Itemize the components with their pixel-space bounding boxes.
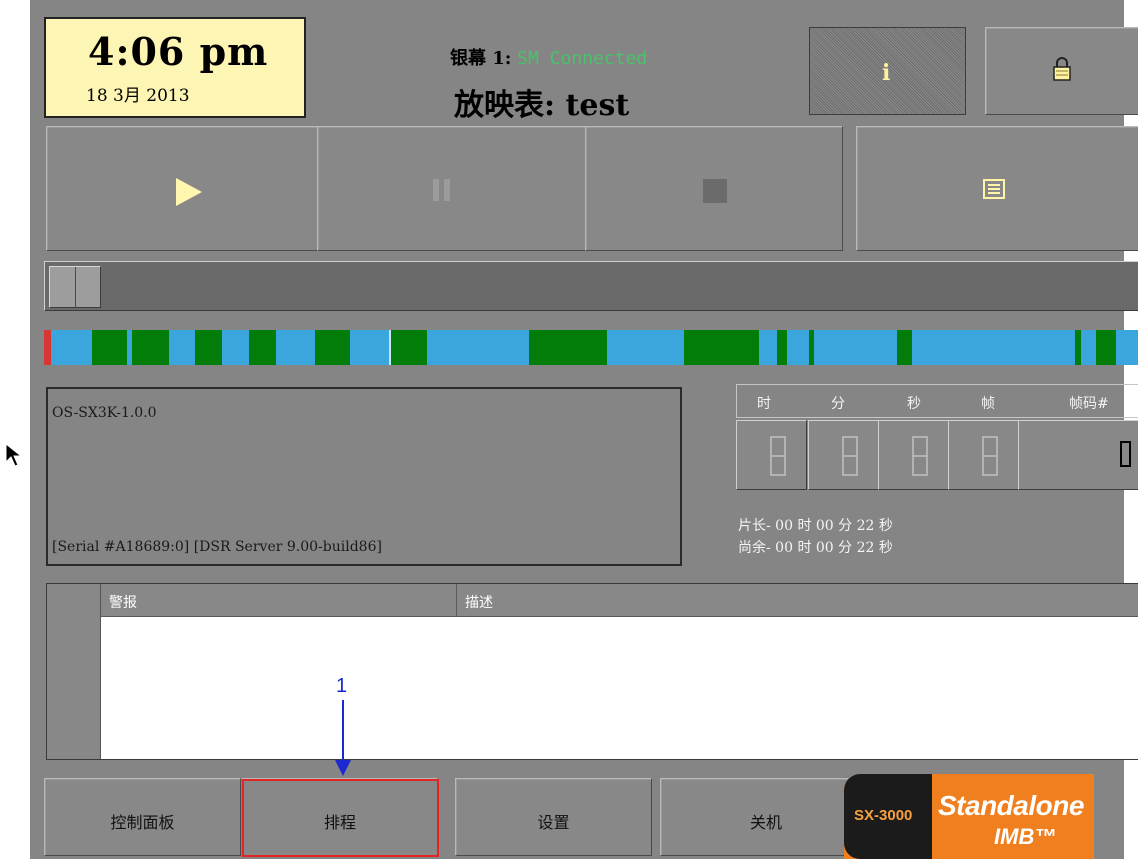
alarm-column[interactable]: 警报 xyxy=(101,584,457,617)
screen-status: SM Connected xyxy=(517,48,648,69)
settings-button[interactable]: 设置 xyxy=(455,778,652,856)
control-panel-button[interactable]: 控制面板 xyxy=(44,778,241,856)
duration-info: 片长- 00 时 00 分 22 秒 尚余- 00 时 00 分 22 秒 xyxy=(738,515,893,559)
alarm-table-header: 警报 描述 xyxy=(101,584,1138,617)
playlist-title: 放映表: test xyxy=(454,80,629,124)
clock-time: 4:06 pm xyxy=(88,29,269,74)
hour-digit xyxy=(736,420,807,490)
second-digit xyxy=(878,420,949,490)
shutdown-label: 关机 xyxy=(749,813,782,832)
logo-model: SX-3000 xyxy=(854,807,913,824)
lock-button[interactable] xyxy=(985,27,1138,115)
stop-icon xyxy=(703,179,727,203)
settings-label: 设置 xyxy=(537,813,570,832)
play-icon xyxy=(176,178,202,206)
alarm-table-row-gutter xyxy=(47,584,101,759)
description-column-label[interactable]: 描述 xyxy=(465,592,493,612)
playlist-icon xyxy=(983,179,1005,199)
playlist-button[interactable] xyxy=(856,126,1138,251)
playlist-name: test xyxy=(565,88,630,123)
second-label: 秒 xyxy=(907,396,921,412)
hour-label: 时 xyxy=(757,396,771,412)
frame-number-label: 帧码# xyxy=(1069,396,1109,412)
pause-button[interactable] xyxy=(317,126,586,251)
alarm-table: 警报 描述 xyxy=(46,583,1138,760)
logo-line2: IMB™ xyxy=(994,824,1057,849)
playlist-timeline xyxy=(44,330,1138,365)
frame-digit xyxy=(948,420,1019,490)
progress-thumb[interactable] xyxy=(49,266,101,308)
stop-button[interactable] xyxy=(585,126,843,251)
system-info-box: OS-SX3K-1.0.0 [Serial #A18689:0] [DSR Se… xyxy=(46,387,682,566)
playback-progress-bar[interactable] xyxy=(44,261,1138,311)
minute-digit xyxy=(808,420,879,490)
remaining-length: 尚余- 00 时 00 分 22 秒 xyxy=(738,540,893,556)
timecode-header: 时 分 秒 帧 帧码# xyxy=(736,384,1138,418)
version-text: OS-SX3K-1.0.0 xyxy=(52,405,157,421)
minute-label: 分 xyxy=(831,396,845,412)
annotation-arrow-head xyxy=(335,760,351,776)
sx3000-logo: SX-3000 Standalone IMB™ xyxy=(844,774,1094,859)
info-icon: i xyxy=(882,60,891,86)
shutdown-button[interactable]: 关机 xyxy=(660,778,872,856)
play-button[interactable] xyxy=(46,126,333,251)
pause-icon xyxy=(433,179,453,201)
clock-panel: 4:06 pm 18 3月 2013 xyxy=(44,17,306,118)
clock-date: 18 3月 2013 xyxy=(86,86,190,106)
control-panel-label: 控制面板 xyxy=(110,813,175,832)
timecode-display xyxy=(736,420,1138,492)
frame-number-box xyxy=(1018,420,1138,490)
logo-line1: Standalone xyxy=(938,790,1084,821)
cinema-server-screen: 4:06 pm 18 3月 2013 银幕 1: SM Connected 放映… xyxy=(30,0,1138,859)
schedule-highlight-box xyxy=(242,779,439,857)
screen-status-line: 银幕 1: SM Connected xyxy=(450,44,647,70)
annotation-number: 1 xyxy=(336,675,348,697)
screen-label: 银幕 1: xyxy=(450,48,512,69)
server-text: [Serial #A18689:0] [DSR Server 9.00-buil… xyxy=(52,539,382,555)
annotation-arrow-line xyxy=(342,700,344,762)
alarm-column-label: 警报 xyxy=(109,595,137,611)
mouse-cursor-icon xyxy=(5,443,23,467)
playlist-label: 放映表: xyxy=(454,88,556,123)
info-button[interactable]: i xyxy=(809,27,966,115)
total-length: 片长- 00 时 00 分 22 秒 xyxy=(738,518,893,534)
frame-number-value xyxy=(1120,441,1131,467)
lock-icon xyxy=(1053,57,1071,81)
frame-label: 帧 xyxy=(981,396,995,412)
